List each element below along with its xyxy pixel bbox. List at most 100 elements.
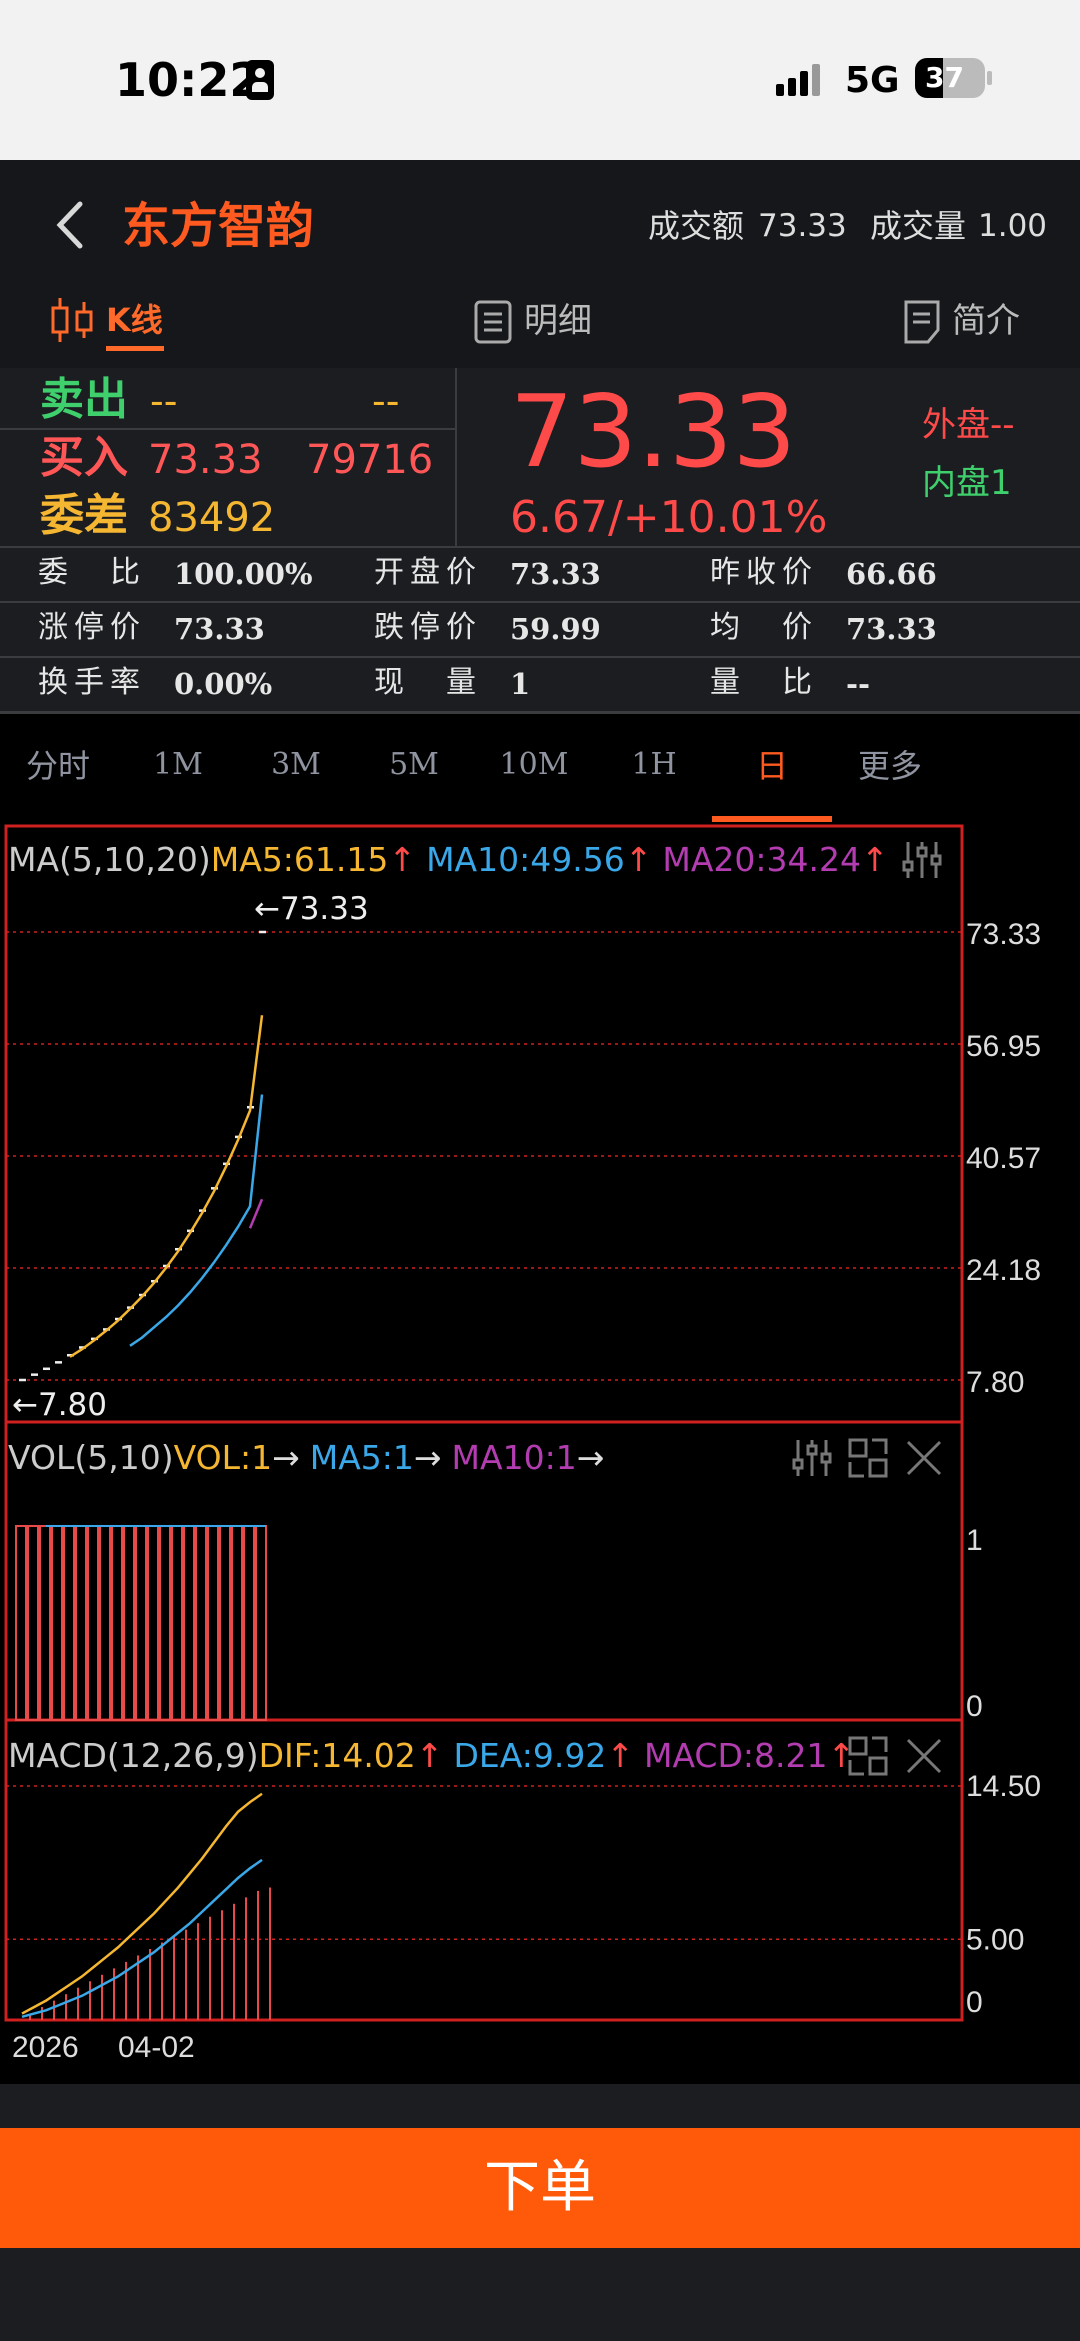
vol-value: VOL:1 (173, 1438, 273, 1477)
order-button[interactable]: 下单 (0, 2128, 1080, 2248)
stat-value: 59.99 (510, 612, 601, 646)
battery-icon: 37 (915, 58, 985, 98)
buy-label: 买入 (40, 432, 128, 483)
sell-qty: -- (372, 379, 400, 423)
detail-tabs: K线 明细 简介 (0, 290, 1080, 368)
dea-value: DEA:9.92 (453, 1736, 607, 1775)
list-icon (474, 300, 512, 344)
stat-value: 1 (510, 667, 531, 701)
stat-value: -- (846, 667, 871, 701)
document-icon (904, 300, 940, 344)
ma-title: MA(5,10,20) (8, 840, 211, 879)
vol-bar (255, 1525, 267, 1721)
price-y-label: 7.80 (966, 1366, 1024, 1399)
period-tab[interactable]: 分时 (0, 750, 118, 782)
stat-label: 量 比 (710, 665, 818, 700)
price-y-label: 24.18 (966, 1254, 1041, 1287)
x-axis-label: 2026 (12, 2031, 79, 2064)
stat-label: 换手率 (38, 665, 146, 700)
vol-y-label: 1 (966, 1524, 983, 1557)
period-active-indicator (712, 816, 832, 822)
macd-close-icon[interactable] (902, 1734, 946, 1778)
tab-kline[interactable]: K线 (50, 290, 180, 368)
macd-switch-icon[interactable] (846, 1734, 890, 1778)
price-high-marker: ←73.33 (254, 891, 369, 927)
period-tab[interactable]: 10M (474, 750, 594, 780)
kline-chart[interactable]: 73.33 56.95 40.57 24.18 7.80 1 0 14.50 5.00 0 2026… (0, 824, 1080, 2084)
volume-value: 1.00 (978, 208, 1048, 244)
chevron-left-icon[interactable] (50, 200, 90, 250)
dif-up-arrow: ↑ (415, 1736, 444, 1775)
tab-profile[interactable]: 简介 (902, 290, 1032, 368)
outer-volume: 外盘-- (922, 405, 1015, 445)
vol-bar (135, 1525, 147, 1721)
ma10-label: MA10:49.56 (426, 840, 625, 879)
vol-bar (219, 1525, 231, 1721)
vol-bar (195, 1525, 207, 1721)
vol-bar (75, 1525, 87, 1721)
ma-settings-icon[interactable] (900, 838, 944, 882)
price-y-label: 73.33 (966, 918, 1041, 951)
period-tab[interactable]: 更多 (830, 750, 950, 782)
period-tab[interactable]: 3M (236, 750, 356, 780)
tab-profile-label: 简介 (952, 301, 1020, 341)
price-y-label: 40.57 (966, 1142, 1041, 1175)
macd-y-label: 14.50 (966, 1770, 1041, 1803)
macd-legend: MACD(12,26,9)DIF:14.02↑ DEA:9.92↑ MACD:8.2… (8, 1736, 855, 1775)
period-tab[interactable]: 日 (712, 750, 832, 782)
vol-ma10-arrow: → (576, 1438, 605, 1477)
order-button-label: 下单 (484, 2155, 596, 2220)
vol-y-label: 0 (966, 1690, 983, 1723)
vol-settings-icon[interactable] (790, 1436, 834, 1480)
battery-level: 37 (925, 61, 964, 94)
stat-label: 委 比 (38, 555, 146, 590)
stat-value: 73.33 (174, 612, 265, 646)
footer-bar: 下单 (0, 2084, 1080, 2341)
x-axis-label: 04-02 (118, 2031, 195, 2064)
inner-volume: 内盘1 (922, 463, 1012, 503)
vol-title: VOL(5,10) (8, 1438, 174, 1477)
vol-legend: VOL(5,10)VOL:1→ MA5:1→ MA10:1→ (8, 1438, 604, 1477)
stat-label: 跌停价 (374, 610, 482, 645)
vol-ma10: MA10:1 (451, 1438, 577, 1477)
vol-bar (39, 1525, 51, 1721)
period-tabs: 分时 1M 3M 5M 10M 1H 日更多 (0, 714, 1080, 824)
ma20-line (248, 1198, 264, 1229)
stock-name: 东方智韵 (122, 198, 315, 254)
macd-title: MACD(12,26,9) (8, 1736, 259, 1775)
period-tab[interactable]: 1M (118, 750, 238, 780)
diff-value: 83492 (148, 495, 276, 541)
period-tab[interactable]: 5M (354, 750, 474, 780)
sell-label: 卖出 (40, 374, 128, 425)
buy-price: 73.33 (148, 437, 263, 483)
vol-bar (87, 1525, 99, 1721)
vol-switch-icon[interactable] (846, 1436, 890, 1480)
vol-bar (207, 1525, 219, 1721)
vol-bar (231, 1525, 243, 1721)
macd-y-label: 5.00 (966, 1923, 1024, 1956)
vol-bar (15, 1525, 27, 1721)
dif-value: DIF:14.02 (258, 1736, 416, 1775)
ma5-label: MA5:61.15 (210, 840, 389, 879)
price-change: 6.67/+10.01% (510, 492, 828, 543)
focus-mode-icon (246, 60, 274, 100)
tab-active-indicator (106, 346, 164, 351)
price-low-marker: ←7.80 (12, 1387, 107, 1423)
vol-bar (123, 1525, 135, 1721)
vol-ma5: MA5:1 (309, 1438, 414, 1477)
vol-close-icon[interactable] (902, 1436, 946, 1480)
turnover-label: 成交额 (648, 207, 745, 245)
tab-detail-label: 明细 (524, 301, 592, 341)
vol-bar (99, 1525, 111, 1721)
stat-value: 66.66 (846, 557, 937, 591)
period-tab[interactable]: 1H (594, 750, 714, 780)
status-time: 10:22 (115, 53, 262, 107)
tab-detail[interactable]: 明细 (474, 290, 614, 368)
stat-label: 现 量 (374, 665, 482, 700)
volume-label: 成交量 (870, 207, 967, 245)
diff-label: 委差 (40, 490, 128, 541)
last-price: 73.33 (510, 373, 797, 490)
vol-bar (27, 1525, 39, 1721)
ma5-line (69, 1015, 264, 1358)
vol-bar (111, 1525, 123, 1721)
